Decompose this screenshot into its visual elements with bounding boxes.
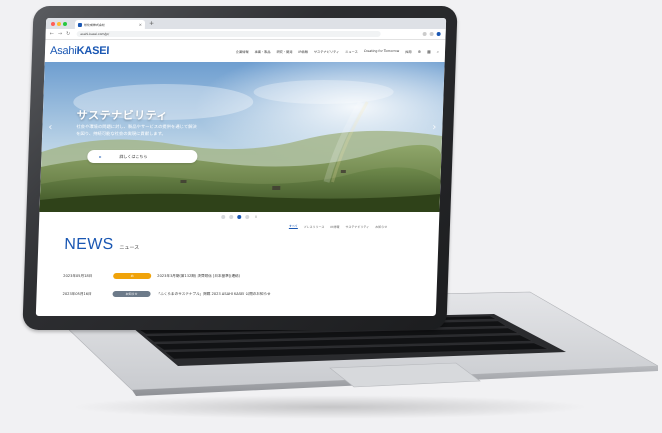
globe-icon[interactable]: ⊕: [418, 49, 422, 54]
bookmark-icon[interactable]: [422, 32, 427, 36]
hero-title: サステナビリティ: [76, 109, 169, 122]
carousel-pause-button[interactable]: II: [255, 215, 257, 219]
carousel-next-button[interactable]: ›: [432, 122, 436, 133]
new-tab-button[interactable]: +: [149, 20, 154, 27]
laptop-screen: 旭化成株式会社 × + ← → ↻ asahi-kasei.com/jp/ As…: [35, 18, 447, 316]
news-date: 2023年05月16日: [62, 291, 92, 296]
close-window-button[interactable]: [50, 21, 56, 26]
laptop-scene: 旭化成株式会社 × + ← → ↻ asahi-kasei.com/jp/ As…: [0, 0, 662, 433]
news-title: 「ふくらまのサステナブル」掲載 2023 ASAHI KASEI 公開のお知らせ: [156, 291, 271, 296]
browser-tab[interactable]: 旭化成株式会社 ×: [74, 20, 146, 29]
favicon-icon: [77, 22, 83, 27]
news-badge: お知らせ: [112, 291, 151, 297]
nav-item-rd[interactable]: 研究・開発: [276, 49, 292, 54]
news-badge: IR: [113, 273, 152, 279]
browser-toolbar: ← → ↻ asahi-kasei.com/jp/: [45, 29, 446, 40]
main-nav: 企業情報 事業・製品 研究・開発 IR情報 サステナビリティ ニュース Crea…: [236, 49, 439, 54]
asahi-kasei-logo[interactable]: AsahiKASEI: [50, 45, 110, 57]
close-tab-icon[interactable]: ×: [139, 22, 143, 27]
tab-press[interactable]: プレスリリース: [304, 225, 325, 229]
search-icon[interactable]: ⌕: [437, 49, 439, 54]
carousel-prev-button[interactable]: ‹: [48, 122, 52, 133]
profile-icon[interactable]: [436, 32, 441, 36]
site-header: AsahiKASEI 企業情報 事業・製品 研究・開発 IR情報 サステナビリテ…: [44, 40, 446, 62]
maximize-window-button[interactable]: [62, 21, 68, 26]
carousel-dot[interactable]: [229, 215, 234, 219]
arrow-right-icon: ▸: [99, 154, 102, 159]
nav-item-sustainability[interactable]: サステナビリティ: [314, 49, 339, 54]
carousel-dot[interactable]: [221, 215, 226, 219]
tab-all[interactable]: すべて: [288, 224, 298, 229]
news-filter-tabs: すべて プレスリリース IR情報 サステナビリティ お知らせ: [288, 224, 387, 229]
window-controls: [50, 21, 68, 26]
nav-item-products[interactable]: 事業・製品: [255, 49, 271, 54]
news-date: 2023年05月18日: [63, 273, 93, 278]
nav-item-news[interactable]: ニュース: [345, 49, 358, 54]
url-text: asahi-kasei.com/jp/: [80, 32, 110, 36]
minimize-window-button[interactable]: [56, 21, 62, 26]
address-bar[interactable]: asahi-kasei.com/jp/: [76, 31, 381, 37]
tab-title: 旭化成株式会社: [83, 22, 106, 27]
toolbar-icons: [422, 32, 441, 36]
nav-item-ir[interactable]: IR情報: [298, 49, 308, 54]
grid-icon[interactable]: ▦: [427, 49, 431, 54]
news-item[interactable]: 2023年05月16日 お知らせ 「ふくらまのサステナブル」掲載 2023 AS…: [62, 288, 432, 300]
tab-sustainability[interactable]: サステナビリティ: [345, 225, 369, 229]
nav-item-company[interactable]: 企業情報: [236, 49, 249, 54]
browser-tabbar: 旭化成株式会社 × +: [45, 18, 447, 29]
carousel-dot-active[interactable]: [237, 215, 242, 219]
news-heading-en: NEWS: [63, 236, 114, 253]
news-item[interactable]: 2023年05月18日 IR 2023年3月期(第132期) 決算短信 [日本基…: [63, 270, 433, 282]
extension-icon[interactable]: [429, 32, 434, 36]
news-heading: NEWS ニュース: [64, 236, 140, 254]
news-title: 2023年3月期(第132期) 決算短信 [日本基準](連結): [157, 273, 241, 278]
nav-item-careers[interactable]: 採用: [405, 49, 412, 54]
news-heading-ja: ニュース: [119, 245, 140, 251]
carousel-indicators: II: [39, 212, 439, 222]
tab-ir[interactable]: IR情報: [330, 225, 339, 229]
hero-cta-button[interactable]: ▸ 詳しくはこちら: [87, 150, 198, 163]
nav-item-creating[interactable]: Creating for Tomorrow: [364, 49, 400, 53]
forward-icon[interactable]: →: [58, 31, 62, 37]
back-icon[interactable]: ←: [50, 31, 54, 37]
hero-cta-label: 詳しくはこちら: [119, 153, 148, 159]
reload-icon[interactable]: ↻: [66, 31, 70, 37]
tab-notice[interactable]: お知らせ: [375, 225, 387, 229]
hero-carousel: サステナビリティ 社会や環境の問題に対し、製品やサービスの提供を通じて解決 を図…: [39, 62, 445, 212]
carousel-dot[interactable]: [245, 215, 250, 219]
hero-subtitle: 社会や環境の問題に対し、製品やサービスの提供を通じて解決 を図り、持続可能な社会…: [76, 125, 197, 137]
